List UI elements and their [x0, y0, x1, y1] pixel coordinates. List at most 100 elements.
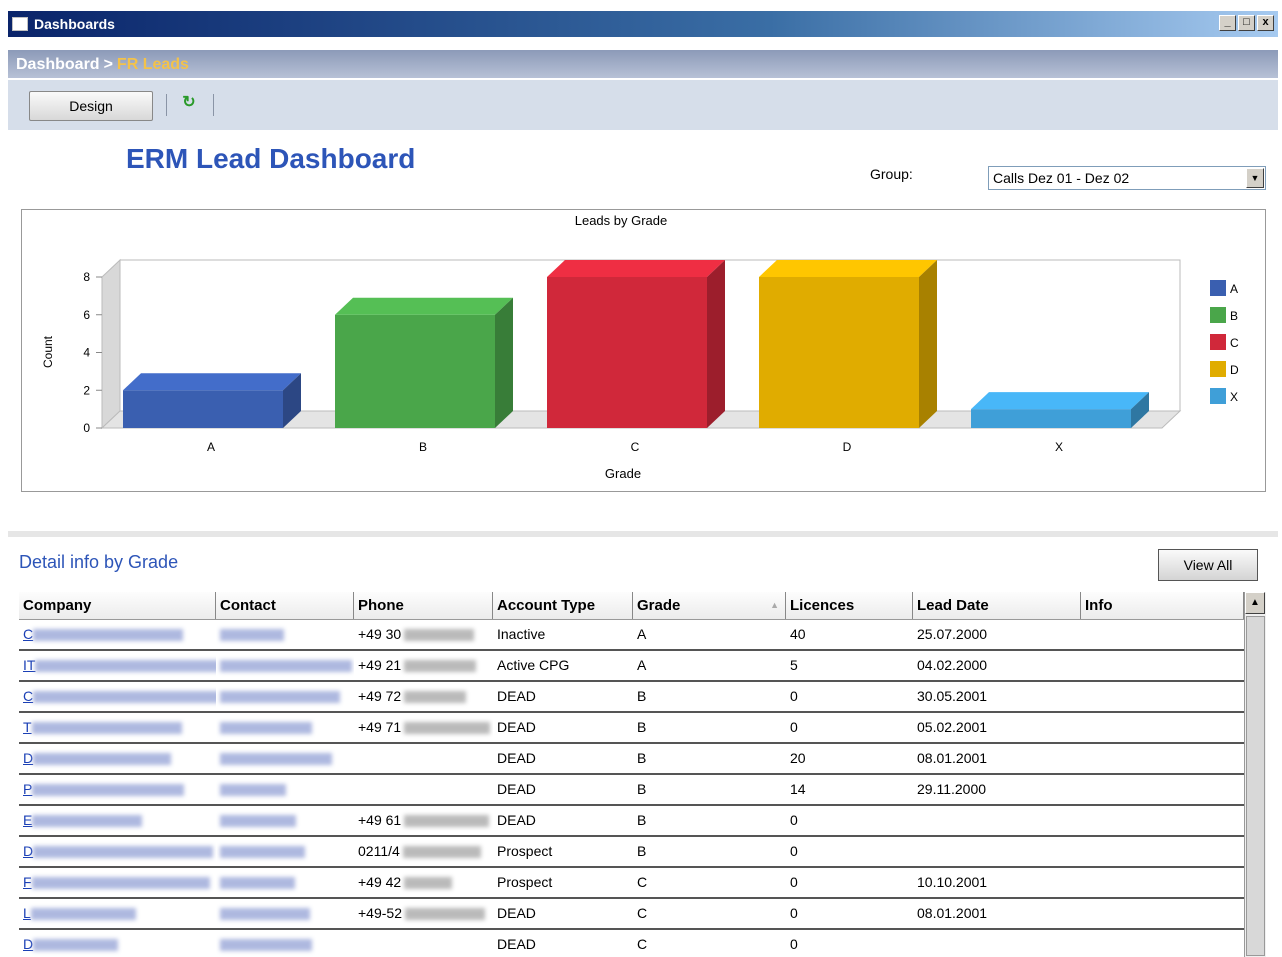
- cell-contact[interactable]: [216, 620, 354, 649]
- redacted-company: [31, 877, 210, 890]
- chart-legend-label: C: [1230, 336, 1239, 350]
- column-header-company[interactable]: Company: [19, 592, 216, 619]
- dashboard-panel: ERM Lead Dashboard Group: Calls Dez 01 -…: [8, 131, 1278, 531]
- chart-xtick-label: A: [207, 440, 215, 454]
- company-link[interactable]: T: [23, 719, 32, 735]
- cell-company[interactable]: T: [19, 713, 216, 742]
- table-row[interactable]: T +49 71 DEAD B 0 05.02.2001: [19, 713, 1244, 744]
- breadcrumb-root[interactable]: Dashboard: [16, 56, 100, 73]
- column-header-grade[interactable]: Grade ▲: [633, 592, 786, 619]
- phone-value: +49 42: [358, 874, 402, 890]
- design-button[interactable]: Design: [29, 91, 153, 121]
- company-link[interactable]: D: [23, 936, 33, 952]
- redacted-phone: [402, 846, 481, 859]
- cell-account-type: DEAD: [497, 812, 536, 828]
- cell-company[interactable]: D: [19, 744, 216, 773]
- company-link[interactable]: F: [23, 874, 32, 890]
- company-link[interactable]: IT: [23, 657, 35, 673]
- toolbar-divider: [166, 94, 167, 116]
- breadcrumb-separator: >: [103, 56, 113, 73]
- column-header-contact[interactable]: Contact: [216, 592, 354, 619]
- table-row[interactable]: IT +49 21 Active CPG A 5 04.02.2000: [19, 651, 1244, 682]
- chart-legend-swatch: [1210, 280, 1226, 296]
- cell-contact[interactable]: [216, 744, 354, 773]
- cell-licences: 0: [790, 905, 798, 921]
- cell-phone: +49-52: [354, 899, 493, 928]
- cell-grade: B: [637, 688, 647, 704]
- redacted-contact: [220, 815, 296, 828]
- table-scrollbar[interactable]: ▲: [1244, 592, 1266, 957]
- chart-ytick-label: 2: [83, 383, 90, 397]
- table-row[interactable]: D DEAD B 20 08.01.2001: [19, 744, 1244, 775]
- company-link[interactable]: C: [23, 688, 33, 704]
- table-row[interactable]: L +49-52 DEAD C 0 08.01.2001: [19, 899, 1244, 930]
- cell-account-type: Inactive: [497, 626, 546, 642]
- cell-contact[interactable]: [216, 899, 354, 928]
- column-header-info[interactable]: Info: [1081, 592, 1244, 619]
- cell-company[interactable]: P: [19, 775, 216, 804]
- cell-info: [1081, 713, 1244, 742]
- redacted-company: [32, 784, 185, 797]
- column-header-account-type[interactable]: Account Type: [493, 592, 633, 619]
- redacted-contact: [220, 660, 352, 673]
- table-header: Company Contact Phone Account Type Grade…: [19, 592, 1244, 620]
- scrollbar-thumb[interactable]: [1246, 616, 1265, 956]
- company-link[interactable]: D: [23, 843, 33, 859]
- view-all-button[interactable]: View All: [1158, 549, 1258, 581]
- cell-phone: +49 21: [354, 651, 493, 680]
- group-select[interactable]: Calls Dez 01 - Dez 02 ▼: [988, 166, 1266, 190]
- chevron-down-icon[interactable]: ▼: [1246, 168, 1264, 188]
- column-header-lead-date[interactable]: Lead Date: [913, 592, 1081, 619]
- chart-legend-label: D: [1230, 363, 1239, 377]
- cell-contact[interactable]: [216, 713, 354, 742]
- maximize-icon[interactable]: □: [1238, 15, 1255, 31]
- cell-contact[interactable]: [216, 806, 354, 835]
- company-link[interactable]: C: [23, 626, 33, 642]
- company-link[interactable]: E: [23, 812, 32, 828]
- cell-info: [1081, 620, 1244, 649]
- breadcrumb-current: FR Leads: [116, 56, 189, 73]
- cell-phone: 0211/4: [354, 837, 493, 866]
- cell-contact[interactable]: [216, 868, 354, 897]
- company-link[interactable]: P: [23, 781, 32, 797]
- company-link[interactable]: L: [23, 905, 31, 921]
- redacted-company: [33, 846, 214, 859]
- scroll-up-icon[interactable]: ▲: [1245, 592, 1265, 614]
- phone-value: +49 61: [358, 812, 402, 828]
- column-header-licences[interactable]: Licences: [786, 592, 913, 619]
- chart-bar-x: [971, 409, 1131, 428]
- close-icon[interactable]: x: [1257, 15, 1274, 31]
- cell-contact[interactable]: [216, 651, 354, 680]
- cell-contact[interactable]: [216, 775, 354, 804]
- cell-phone: [354, 930, 493, 957]
- table-row[interactable]: D DEAD C 0: [19, 930, 1244, 957]
- cell-licences: 14: [790, 781, 806, 797]
- column-header-phone[interactable]: Phone: [354, 592, 493, 619]
- cell-contact[interactable]: [216, 837, 354, 866]
- cell-phone: +49 42: [354, 868, 493, 897]
- cell-company[interactable]: D: [19, 837, 216, 866]
- redacted-contact: [220, 877, 295, 890]
- cell-info: [1081, 837, 1244, 866]
- table-row[interactable]: D 0211/4 Prospect B 0: [19, 837, 1244, 868]
- table-row[interactable]: F +49 42 Prospect C 0 10.10.2001: [19, 868, 1244, 899]
- cell-company[interactable]: IT: [19, 651, 216, 680]
- table-row[interactable]: C +49 30 Inactive A 40 25.07.2000: [19, 620, 1244, 651]
- chart-xtick-label: X: [1055, 440, 1063, 454]
- cell-company[interactable]: C: [19, 620, 216, 649]
- cell-company[interactable]: E: [19, 806, 216, 835]
- table-row[interactable]: E +49 61 DEAD B 0: [19, 806, 1244, 837]
- cell-company[interactable]: L: [19, 899, 216, 928]
- cell-contact[interactable]: [216, 682, 354, 711]
- refresh-icon[interactable]: ↻: [180, 94, 198, 112]
- table-row[interactable]: P DEAD B 14 29.11.2000: [19, 775, 1244, 806]
- cell-company[interactable]: F: [19, 868, 216, 897]
- company-link[interactable]: D: [23, 750, 33, 766]
- column-header-grade-label: Grade: [637, 597, 681, 614]
- minimize-icon[interactable]: _: [1219, 15, 1236, 31]
- cell-contact[interactable]: [216, 930, 354, 957]
- cell-company[interactable]: C: [19, 682, 216, 711]
- table-row[interactable]: C +49 72 DEAD B 0 30.05.2001: [19, 682, 1244, 713]
- chart-legend-swatch: [1210, 307, 1226, 323]
- cell-company[interactable]: D: [19, 930, 216, 957]
